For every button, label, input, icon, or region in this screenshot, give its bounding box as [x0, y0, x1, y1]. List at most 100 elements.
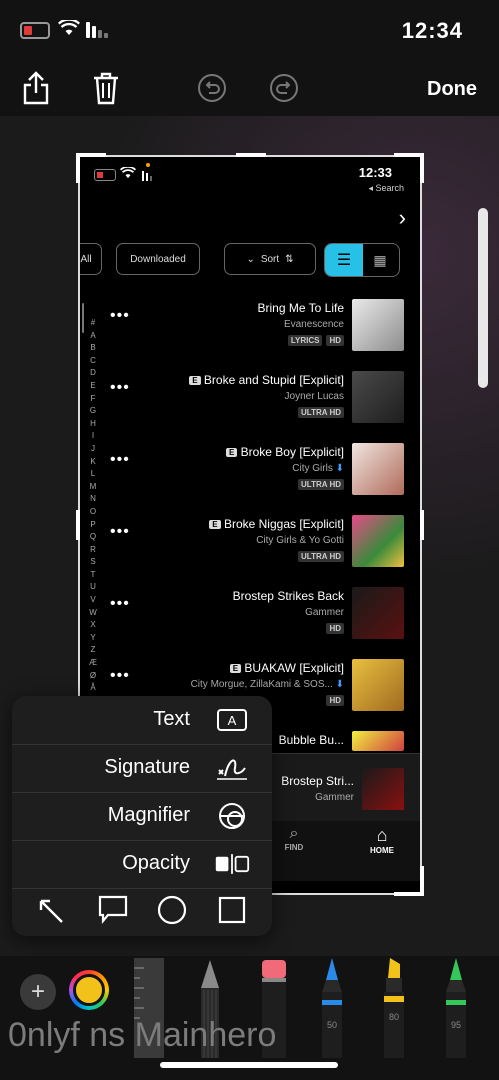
explicit-icon: E [189, 376, 201, 386]
filter-downloaded-pill[interactable]: Downloaded [116, 243, 200, 275]
arrow-icon[interactable] [36, 896, 66, 931]
undo-icon[interactable] [192, 68, 232, 108]
track-title: Bubble Bu... [278, 733, 344, 747]
more-options-icon[interactable]: ••• [110, 595, 130, 613]
redo-icon[interactable] [264, 68, 304, 108]
speech-bubble-icon[interactable] [96, 894, 130, 931]
inner-signal-icon [142, 171, 156, 181]
list-item[interactable]: E Broke and Stupid [Explicit] Joyner Luc… [80, 369, 420, 441]
track-title: Bring Me To Life [257, 301, 345, 315]
sort-pill[interactable]: ⌄ Sort ⇅ [224, 243, 316, 275]
marker-green-tool[interactable]: 95 [438, 958, 474, 1058]
pen-size-label: 80 [388, 1012, 399, 1022]
track-artist: Evanescence [283, 319, 344, 330]
menu-item-text[interactable]: Text A [12, 696, 272, 745]
sort-arrows-icon: ⇅ [285, 253, 294, 265]
explicit-icon: E [225, 448, 238, 458]
list-item[interactable]: E Broke Boy [Explicit] City Girls ⬇ ULTR… [80, 441, 420, 513]
track-artist: City Morgue, ZillaKami & SOS... ⬇ [190, 679, 344, 690]
explicit-icon: E [209, 520, 221, 530]
list-item[interactable]: Bring Me To Life Evanescence LYRICS HD ••… [80, 297, 420, 369]
quality-badge: ULTRA HD [298, 407, 344, 418]
more-options-icon[interactable]: ••• [110, 307, 130, 325]
signature-icon [214, 752, 250, 784]
filter-all-pill[interactable]: All [80, 243, 102, 275]
marker-blue-tool[interactable]: 50 [314, 958, 350, 1058]
quality-badge: LYRICS [287, 335, 323, 346]
menu-item-label: Text [153, 708, 190, 730]
pen-size-label: 95 [450, 1020, 461, 1030]
svg-text:A: A [228, 713, 237, 728]
track-title: E Broke Niggas [Explicit] [203, 517, 344, 531]
menu-item-magnifier[interactable]: Magnifier [12, 792, 272, 841]
now-playing-title: Brostep Stri... [281, 774, 354, 788]
circle-icon[interactable] [156, 894, 188, 931]
crop-handle[interactable] [76, 153, 106, 157]
chevron-right-icon[interactable]: › [399, 205, 406, 231]
selected-color-swatch [73, 974, 105, 1006]
square-icon[interactable] [218, 896, 246, 929]
battery-icon [20, 22, 50, 39]
crop-handle[interactable] [76, 153, 80, 183]
album-art [352, 299, 404, 351]
grid-view-icon[interactable]: ▦ [361, 244, 399, 276]
color-picker-button[interactable] [69, 970, 109, 1010]
list-item[interactable]: E Broke Niggas [Explicit] City Girls & Y… [80, 513, 420, 585]
inner-status-time: 12:33 [358, 165, 392, 180]
inner-battery-icon [94, 169, 116, 181]
more-options-icon[interactable]: ••• [110, 667, 130, 685]
crop-handle[interactable] [420, 153, 424, 183]
track-artist: Gammer [305, 607, 344, 618]
quality-badge: HD [326, 695, 344, 706]
crop-handle[interactable] [394, 892, 424, 896]
search-icon: ⌕ [289, 825, 299, 842]
home-indicator[interactable] [160, 1062, 338, 1068]
view-toggle[interactable]: ▦ ☰ [324, 243, 400, 277]
track-artist: City Girls & Yo Gotti [256, 535, 344, 546]
trash-icon[interactable] [86, 68, 126, 108]
add-tool-button[interactable]: + [20, 974, 56, 1010]
scroll-indicator[interactable] [478, 208, 488, 388]
pen-size-label: 50 [326, 1020, 337, 1030]
downloaded-icon: ⬇ [335, 679, 344, 690]
markup-options-menu: Text A Signature Magnifier Opacity [12, 696, 272, 936]
opacity-icon [214, 848, 250, 880]
menu-item-signature[interactable]: Signature [12, 744, 272, 793]
album-art [352, 731, 404, 751]
status-bar: 12:34 [0, 0, 499, 60]
recording-dot [146, 163, 150, 167]
explicit-icon: E [229, 664, 242, 674]
crop-handle[interactable] [236, 153, 266, 157]
quality-badge: ULTRA HD [298, 479, 344, 490]
album-art [352, 515, 404, 567]
home-icon: ⌂ [376, 825, 388, 845]
track-title: E BUAKAW [Explicit] [224, 661, 344, 675]
album-art [352, 587, 404, 639]
status-time: 12:34 [401, 18, 463, 43]
marker-yellow-tool[interactable]: 80 [376, 958, 412, 1058]
share-icon[interactable] [16, 68, 56, 108]
tab-find[interactable]: ⌕ FIND [274, 825, 314, 852]
track-title: E Broke Boy [Explicit] [220, 445, 344, 459]
album-art [352, 371, 404, 423]
list-view-icon[interactable]: ☰ [325, 244, 363, 276]
chevron-down-icon: ⌄ [246, 253, 255, 265]
quality-badge: HD [326, 335, 344, 346]
tab-home[interactable]: ⌂ HOME [362, 825, 402, 855]
back-to-search[interactable]: ◂ Search [368, 183, 404, 194]
track-artist: City Girls ⬇ [292, 463, 344, 474]
now-playing-art [362, 768, 404, 810]
menu-item-opacity[interactable]: Opacity [12, 840, 272, 889]
done-button[interactable]: Done [427, 78, 477, 101]
crop-handle[interactable] [420, 510, 424, 540]
quality-badge: HD [326, 623, 344, 634]
list-item[interactable]: Brostep Strikes Back Gammer HD ••• [80, 585, 420, 657]
magnifier-icon [214, 800, 250, 832]
inner-wifi-icon [119, 166, 137, 182]
crop-handle[interactable] [76, 510, 80, 540]
more-options-icon[interactable]: ••• [110, 379, 130, 397]
more-options-icon[interactable]: ••• [110, 523, 130, 541]
more-options-icon[interactable]: ••• [110, 451, 130, 469]
track-artist: Joyner Lucas [284, 391, 344, 402]
menu-item-label: Signature [104, 756, 190, 778]
